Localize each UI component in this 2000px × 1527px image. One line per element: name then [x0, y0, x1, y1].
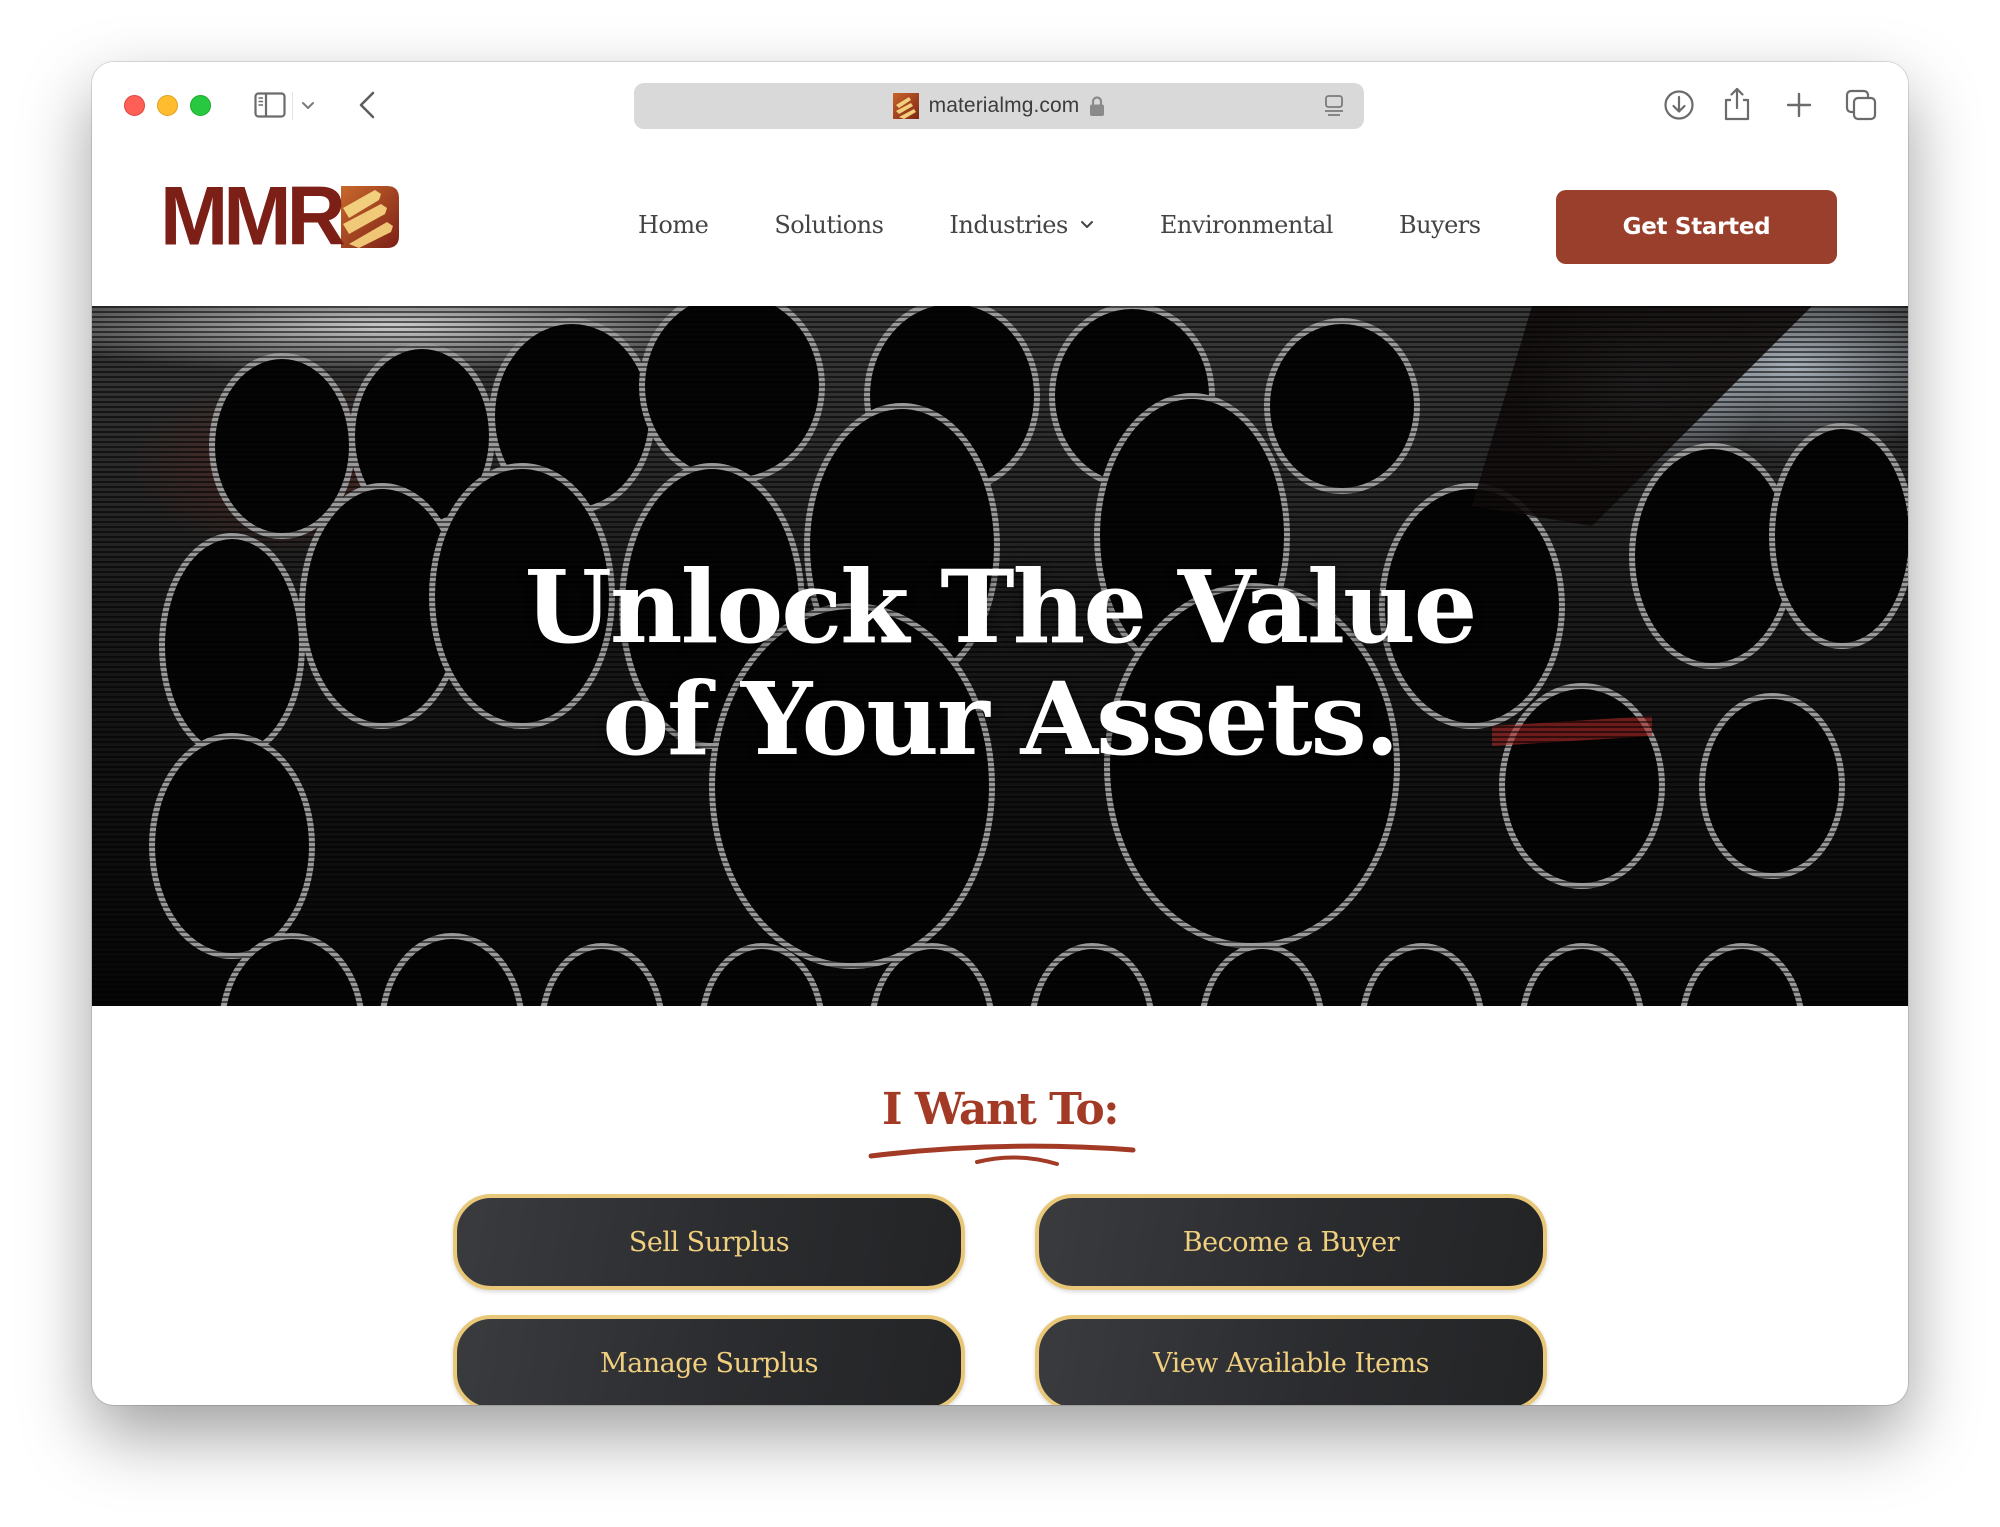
browser-window: materialmg.com MMR Home Solutions Indust… — [92, 62, 1908, 1405]
site-logo[interactable]: MMR — [160, 170, 399, 263]
i-want-to-section: I Want To: — [92, 1084, 1908, 1135]
reader-mode-icon[interactable] — [1322, 94, 1346, 118]
nav-buyers[interactable]: Buyers — [1399, 211, 1481, 239]
lock-icon — [1090, 96, 1105, 116]
browser-toolbar: materialmg.com — [92, 62, 1908, 150]
nav-home-label: Home — [638, 211, 709, 239]
nav-buyers-label: Buyers — [1398, 211, 1481, 239]
chevron-down-icon[interactable] — [298, 90, 318, 120]
sell-surplus-button[interactable]: Sell Surplus — [453, 1194, 965, 1290]
hero-banner: Unlock The Value of Your Assets. — [92, 306, 1908, 1006]
nav-solutions-label: Solutions — [774, 211, 884, 239]
toolbar-divider — [292, 92, 293, 120]
become-a-buyer-button[interactable]: Become a Buyer — [1035, 1194, 1547, 1290]
nav-home[interactable]: Home — [638, 211, 709, 239]
hero-title-line2: of Your Assets. — [602, 660, 1399, 778]
hero-title-line1: Unlock The Value — [524, 548, 1478, 666]
site-favicon-icon — [892, 93, 919, 119]
close-window-button[interactable] — [124, 95, 145, 116]
nav-industries-label: Industries — [949, 211, 1068, 239]
nav-environmental-label: Environmental — [1159, 211, 1334, 239]
hero-title: Unlock The Value of Your Assets. — [92, 551, 1908, 775]
main-nav: Home Solutions Industries Environmental … — [638, 200, 1481, 250]
chevron-down-icon — [1080, 221, 1093, 228]
nav-industries[interactable]: Industries — [949, 211, 1093, 239]
minimize-window-button[interactable] — [157, 95, 178, 116]
address-bar[interactable]: materialmg.com — [634, 83, 1364, 129]
share-icon[interactable] — [1722, 86, 1752, 122]
logo-mark-icon — [340, 186, 399, 248]
nav-environmental[interactable]: Environmental — [1159, 211, 1334, 239]
download-icon[interactable] — [1662, 88, 1696, 122]
sidebar-icon[interactable] — [253, 90, 287, 120]
logo-text: MMR — [160, 170, 346, 263]
site-header: MMR Home Solutions Industries Environmen… — [92, 150, 1908, 306]
underline-swoosh-icon — [868, 1143, 1136, 1166]
view-available-items-button[interactable]: View Available Items — [1035, 1315, 1547, 1405]
back-arrow-icon[interactable] — [354, 90, 380, 120]
nav-solutions[interactable]: Solutions — [774, 211, 884, 239]
tabs-overview-icon[interactable] — [1844, 88, 1878, 122]
i-want-to-heading: I Want To: — [882, 1084, 1119, 1135]
url-text: materialmg.com — [928, 94, 1080, 117]
get-started-button[interactable]: Get Started — [1556, 190, 1837, 264]
manage-surplus-button[interactable]: Manage Surplus — [453, 1315, 965, 1405]
plus-icon[interactable] — [1784, 90, 1814, 120]
zoom-window-button[interactable] — [190, 95, 211, 116]
